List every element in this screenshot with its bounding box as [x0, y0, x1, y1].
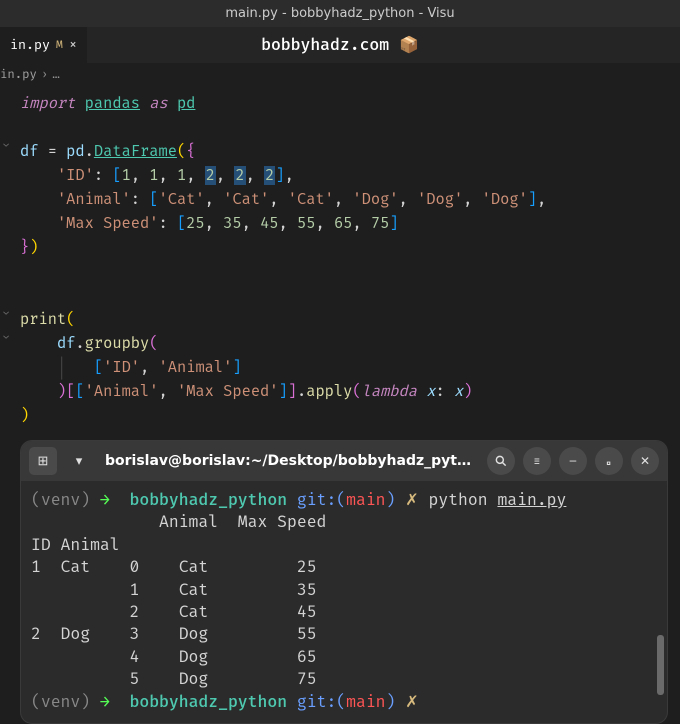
output-row: 2 Dog 3 Dog 55: [31, 623, 657, 645]
breadcrumb-separator: ›: [41, 67, 48, 82]
breadcrumb[interactable]: in.py › …: [0, 63, 680, 86]
breadcrumb-more: …: [52, 67, 59, 82]
tab-filename: in.py: [10, 37, 50, 53]
fold-caret-icon[interactable]: ⌄: [3, 140, 9, 156]
scrollbar[interactable]: [657, 635, 664, 695]
window-title: main.py - bobbyhadz_python - Visu: [0, 0, 680, 27]
terminal-titlebar: ⊞ ▾ borislav@borislav:~/Desktop/bobbyhad…: [21, 441, 667, 481]
output-index-header: ID Animal: [31, 534, 657, 556]
editor-area[interactable]: import pandas as pd ⌄df = pd.DataFrame({…: [0, 86, 680, 428]
search-icon[interactable]: [487, 447, 515, 475]
site-overlay-label: bobbyhadz.com 📦: [261, 35, 419, 55]
terminal-output[interactable]: (venv) → bobbyhadz_python git:(main) ✗ p…: [21, 481, 667, 723]
tab-bar: in.py M × bobbyhadz.com 📦: [0, 27, 680, 63]
maximize-icon[interactable]: ▫: [595, 447, 623, 475]
breadcrumb-file: in.py: [0, 67, 37, 82]
tab-modified-indicator: M: [56, 39, 63, 52]
close-icon[interactable]: ×: [69, 37, 78, 54]
output-row: 2 Cat 45: [31, 601, 657, 623]
dropdown-button[interactable]: ▾: [65, 447, 93, 475]
tab-main-py[interactable]: in.py M ×: [0, 27, 87, 63]
output-row: 4 Dog 65: [31, 646, 657, 668]
minimize-icon[interactable]: –: [559, 447, 587, 475]
fold-caret-icon[interactable]: ⌄: [3, 308, 9, 324]
output-row: 1 Cat 0 Cat 25: [31, 556, 657, 578]
output-row: 1 Cat 35: [31, 579, 657, 601]
overlay-text: bobbyhadz.com: [261, 35, 389, 55]
package-icon: 📦: [399, 35, 419, 55]
new-tab-button[interactable]: ⊞: [29, 447, 57, 475]
fold-caret-icon[interactable]: ⌄: [3, 332, 9, 348]
close-icon[interactable]: ✕: [631, 447, 659, 475]
menu-icon[interactable]: ≡: [523, 447, 551, 475]
output-row: 5 Dog 75: [31, 668, 657, 690]
output-header: Animal Max Speed: [31, 511, 657, 533]
terminal-window: ⊞ ▾ borislav@borislav:~/Desktop/bobbyhad…: [20, 440, 668, 724]
terminal-title: borislav@borislav:~/Desktop/bobbyhadz_py…: [101, 453, 479, 469]
